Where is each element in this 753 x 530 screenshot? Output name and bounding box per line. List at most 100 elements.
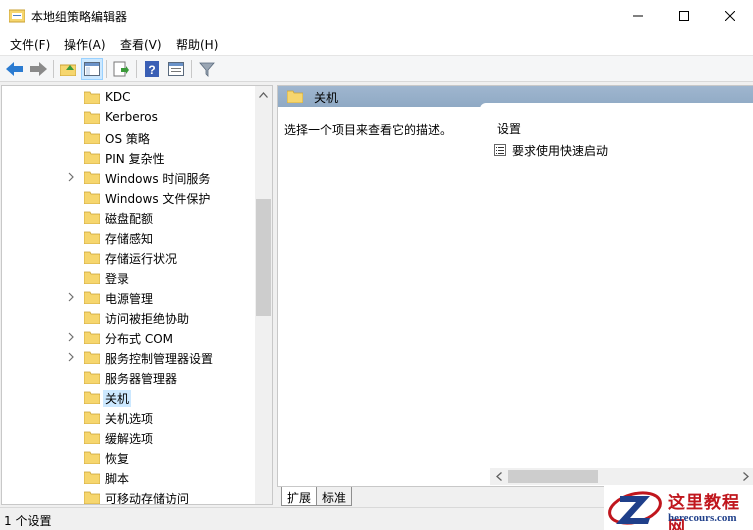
- folder-icon: [84, 411, 100, 424]
- up-folder-icon: [60, 64, 76, 76]
- chevron-right-icon: [742, 472, 749, 481]
- tree-item[interactable]: Windows 文件保护: [2, 187, 256, 207]
- details-title: 关机: [314, 91, 339, 105]
- group-policy-app-icon: [8, 9, 26, 23]
- menu-action[interactable]: 操作(A): [64, 36, 106, 53]
- folder-icon: [84, 111, 100, 124]
- folder-icon: [84, 91, 100, 104]
- tree-item[interactable]: 服务器管理器: [2, 367, 256, 387]
- details-horizontal-scrollbar[interactable]: [490, 468, 753, 485]
- tree-item[interactable]: 关机: [2, 387, 256, 407]
- folder-icon: [84, 151, 100, 164]
- settings-column-header[interactable]: 设置: [497, 120, 521, 137]
- menu-view[interactable]: 查看(V): [120, 36, 162, 53]
- help-button[interactable]: ?: [141, 58, 163, 80]
- tree-item-label: 存储感知: [105, 232, 154, 246]
- list-item[interactable]: 要求使用快速启动: [494, 141, 744, 159]
- tree-item[interactable]: KDC: [2, 87, 256, 107]
- expand-chevron-icon[interactable]: [66, 331, 76, 343]
- tree-item[interactable]: PIN 复杂性: [2, 147, 256, 167]
- tree-item[interactable]: 登录: [2, 267, 256, 287]
- tree-item-label: 分布式 COM: [105, 332, 173, 346]
- tab-standard[interactable]: 标准: [316, 487, 353, 506]
- tree-vertical-scrollbar[interactable]: [255, 86, 272, 504]
- scroll-up-button[interactable]: [255, 86, 272, 103]
- window-title: 本地组策略编辑器: [31, 10, 128, 24]
- maximize-button[interactable]: [661, 0, 707, 32]
- expand-chevron-icon[interactable]: [66, 291, 76, 303]
- tree-item[interactable]: 可移动存储访问: [2, 487, 256, 505]
- menu-bar: 文件(F) 操作(A) 查看(V) 帮助(H): [0, 32, 753, 55]
- tree-item[interactable]: 存储运行状况: [2, 247, 256, 267]
- scroll-right-button[interactable]: [737, 468, 753, 485]
- expand-chevron-icon[interactable]: [66, 171, 76, 183]
- details-pane: 关机 选择一个项目来查看它的描述。 设置 要求使用快速启动: [277, 85, 753, 505]
- folder-icon: [84, 491, 100, 504]
- tree-item[interactable]: 恢复: [2, 447, 256, 467]
- tree-item[interactable]: 脚本: [2, 467, 256, 487]
- forward-button[interactable]: [27, 58, 49, 80]
- folder-icon: [84, 131, 100, 144]
- help-icon: ?: [145, 61, 159, 77]
- menu-help[interactable]: 帮助(H): [176, 36, 218, 53]
- tree-item[interactable]: 存储感知: [2, 227, 256, 247]
- properties-button[interactable]: [165, 58, 187, 80]
- folder-icon: [84, 211, 100, 224]
- folder-icon: [84, 231, 100, 244]
- folder-icon: [84, 251, 100, 264]
- tree-item-label: 电源管理: [105, 292, 154, 306]
- tree-item-label: Windows 时间服务: [105, 172, 211, 186]
- folder-icon: [286, 90, 304, 104]
- tree-item-label: 可移动存储访问: [105, 492, 190, 505]
- tree-item[interactable]: 电源管理: [2, 287, 256, 307]
- tree-item[interactable]: OS 策略: [2, 127, 256, 147]
- tree-item-label: 访问被拒绝协助: [105, 312, 190, 326]
- tree-item[interactable]: 关机选项: [2, 407, 256, 427]
- folder-icon: [84, 431, 100, 444]
- status-text: 1 个设置: [4, 514, 52, 528]
- tree-item[interactable]: 磁盘配额: [2, 207, 256, 227]
- tree-item-label: KDC: [105, 90, 131, 104]
- tree-item[interactable]: 缓解选项: [2, 427, 256, 447]
- tree-item[interactable]: 服务控制管理器设置: [2, 347, 256, 367]
- watermark-logo-icon: [608, 491, 662, 525]
- folder-icon: [84, 331, 100, 344]
- tree-item[interactable]: Windows 时间服务: [2, 167, 256, 187]
- minimize-button[interactable]: [615, 0, 661, 32]
- tree-scroll-thumb[interactable]: [256, 199, 271, 316]
- forward-arrow-icon: [30, 62, 47, 76]
- tree-item-label: 存储运行状况: [105, 252, 178, 266]
- tree-item[interactable]: 分布式 COM: [2, 327, 256, 347]
- tree-item-label: Kerberos: [105, 110, 158, 124]
- tab-expand[interactable]: 扩展: [281, 487, 318, 506]
- title-bar: 本地组策略编辑器: [0, 0, 753, 32]
- menu-file[interactable]: 文件(F): [10, 36, 50, 53]
- details-scroll-thumb[interactable]: [508, 470, 598, 483]
- policy-tree-pane[interactable]: KDC Kerberos OS 策略 PIN 复杂性 Windows 时间服务 Windo…: [1, 85, 273, 505]
- folder-icon: [84, 191, 100, 204]
- close-button[interactable]: [707, 0, 753, 32]
- back-button[interactable]: [4, 58, 26, 80]
- tree-item-label: 脚本: [105, 472, 130, 486]
- expand-chevron-icon[interactable]: [66, 351, 76, 363]
- tree-item[interactable]: Kerberos: [2, 107, 256, 127]
- back-arrow-icon: [6, 62, 23, 76]
- description-text: 选择一个项目来查看它的描述。: [284, 123, 453, 137]
- export-list-button[interactable]: [110, 58, 132, 80]
- tree-item-label: 关机: [103, 390, 132, 407]
- show-hide-tree-button[interactable]: [81, 58, 103, 80]
- tree-item[interactable]: 访问被拒绝协助: [2, 307, 256, 327]
- filter-button[interactable]: [196, 58, 218, 80]
- maximize-icon: [679, 11, 689, 21]
- folder-icon: [84, 291, 100, 304]
- minimize-icon: [633, 15, 643, 17]
- folder-icon: [84, 471, 100, 484]
- up-one-level-button[interactable]: [57, 58, 79, 80]
- settings-list: 设置 要求使用快速启动: [480, 103, 753, 488]
- close-icon: [725, 11, 735, 21]
- tree-item-label: PIN 复杂性: [105, 152, 165, 166]
- folder-icon: [84, 311, 100, 324]
- export-list-icon: [113, 61, 129, 77]
- chevron-left-icon: [495, 472, 502, 481]
- scroll-left-button[interactable]: [490, 468, 507, 485]
